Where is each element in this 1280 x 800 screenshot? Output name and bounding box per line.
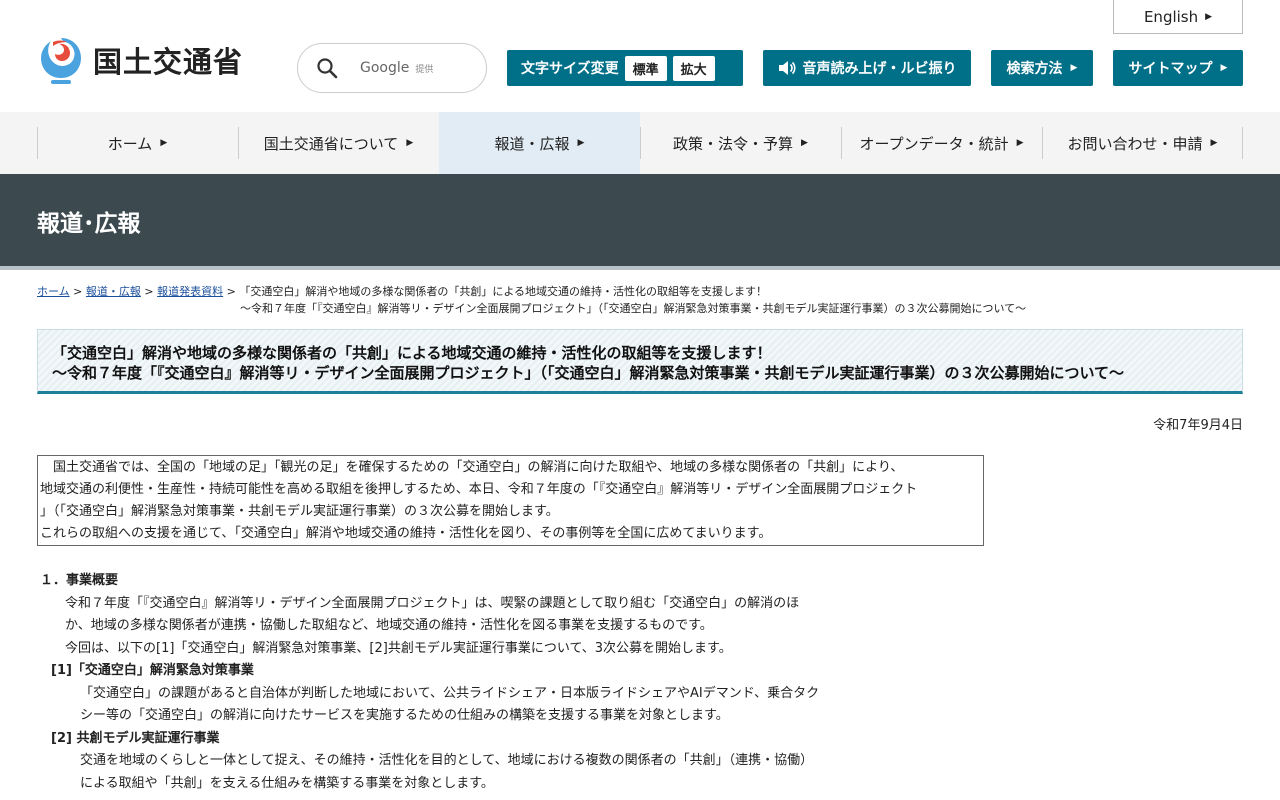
main-content: １．事業概要 令和７年度「『交通空白』解消等リ・デザイン全面展開プロジェクト」は…: [40, 570, 900, 795]
section-banner: 報道･広報: [0, 174, 1280, 270]
paragraph-line: シー等の「交通空白」の解消に向けたサービスを実施するための仕組みの構築を支援する…: [80, 708, 729, 723]
nav-item-policy[interactable]: 政策・法令・予算 ▶: [640, 112, 841, 174]
triangle-right-icon: ▶: [1220, 63, 1228, 73]
subsection-heading: [2] 共創モデル実証運行事業: [51, 730, 220, 746]
nav-label: お問い合わせ・申請: [1067, 134, 1203, 153]
site-header: 国土交通省 English ▶ Google 提供 文字サイズ変更 標準 拡大 …: [0, 0, 1280, 113]
provided-label: 提供: [415, 64, 434, 75]
paragraph-line: 「交通空白」の課題があると自治体が判断した地域において、公共ライドシェア・日本版…: [80, 685, 820, 701]
breadcrumb-separator: >: [144, 285, 154, 298]
search-method-label: 検索方法: [1006, 61, 1063, 77]
triangle-right-icon: ▶: [1016, 138, 1024, 148]
nav-label: 報道・広報: [494, 134, 570, 153]
breadcrumb-releases-link[interactable]: 報道発表資料: [157, 285, 223, 298]
breadcrumb-current-subtitle: ～令和７年度「『交通空白』解消等リ・デザイン全面展開プロジェクト」（「交通空白」…: [240, 302, 1027, 315]
nav-item-about[interactable]: 国土交通省について ▶: [238, 112, 439, 174]
summary-line: 国土交通省では、全国の「地域の足」「観光の足」を確保するための「交通空白」の解消…: [53, 460, 904, 475]
nav-item-press[interactable]: 報道・広報 ▶: [439, 112, 640, 174]
paragraph-line: による取組や「共創」を支える仕組みを構築する事業を対象とします。: [80, 775, 494, 791]
breadcrumb: ホーム > 報道・広報 > 報道発表資料 > 「交通空白」解消や地域の多様な関係…: [37, 283, 1243, 317]
page-title-line1: 「交通空白」解消や地域の多様な関係者の「共創」による地域交通の維持・活性化の取組…: [52, 344, 772, 362]
summary-line: これらの取組への支援を通じて、「交通空白」解消や地域交通の維持・活性化を図り、そ…: [40, 526, 772, 541]
font-size-control: 文字サイズ変更 標準 拡大: [507, 50, 743, 86]
nav-item-opendata[interactable]: オープンデータ・統計 ▶: [841, 112, 1042, 174]
breadcrumb-separator: >: [73, 285, 83, 298]
font-size-standard-button[interactable]: 標準: [624, 55, 667, 81]
nav-item-contact[interactable]: お問い合わせ・申請 ▶: [1042, 112, 1243, 174]
font-size-large-button[interactable]: 拡大: [672, 55, 715, 81]
triangle-right-icon: ▶: [801, 138, 808, 148]
google-label: Google: [360, 60, 410, 76]
summary-line: 地域交通の利便性・生産性・持続可能性を高める取組を後押しするため、本日、令和７年…: [40, 482, 918, 497]
font-size-label: 文字サイズ変更: [521, 61, 619, 77]
publish-date: 令和7年9月4日: [1153, 418, 1243, 433]
triangle-right-icon: ▶: [1205, 11, 1213, 22]
search-method-button[interactable]: 検索方法 ▶: [991, 50, 1093, 86]
breadcrumb-home-link[interactable]: ホーム: [37, 285, 70, 298]
speaker-icon: [778, 61, 796, 75]
subsection-heading: [1]「交通空白」解消緊急対策事業: [51, 663, 254, 678]
nav-label: オープンデータ・統計: [859, 134, 1009, 153]
page-title-line2: ～令和７年度「『交通空白』解消等リ・デザイン全面展開プロジェクト」（「交通空白」…: [52, 364, 1125, 382]
breadcrumb-current: 「交通空白」解消や地域の多様な関係者の「共創」による地域交通の維持・活性化の取組…: [239, 285, 767, 298]
voice-label: 音声読み上げ・ルビ振り: [802, 61, 957, 77]
global-nav: ホーム ▶ 国土交通省について ▶ 報道・広報 ▶ 政策・法令・予算 ▶ オープンデータ…: [0, 112, 1280, 174]
nav-label: 国土交通省について: [263, 134, 399, 153]
english-button[interactable]: English ▶: [1113, 0, 1243, 34]
triangle-right-icon: ▶: [160, 138, 168, 148]
triangle-right-icon: ▶: [406, 138, 414, 148]
triangle-right-icon: ▶: [1070, 63, 1078, 73]
paragraph-line: 交通を地域のくらしと一体として捉え、その維持・活性化を目的として、地域における複…: [80, 753, 814, 768]
nav-label: 政策・法令・予算: [673, 134, 794, 153]
voice-reading-button[interactable]: 音声読み上げ・ルビ振り: [763, 50, 971, 86]
sitemap-label: サイトマップ: [1128, 61, 1213, 77]
site-logo[interactable]: 国土交通省: [37, 34, 243, 86]
section-heading: １．事業概要: [40, 573, 119, 588]
section-title: 報道･広報: [37, 211, 141, 237]
paragraph-line: か、地域の多様な関係者が連携・協働した取組など、地域交通の維持・活性化を図る事業…: [65, 618, 713, 633]
mlit-logo-icon: [41, 38, 81, 84]
breadcrumb-press-link[interactable]: 報道・広報: [86, 285, 141, 298]
english-label: English: [1143, 7, 1199, 26]
search-input[interactable]: Google 提供: [297, 43, 487, 93]
summary-box: 国土交通省では、全国の「地域の足」「観光の足」を確保するための「交通空白」の解消…: [37, 455, 984, 546]
paragraph-line: 令和７年度「『交通空白』解消等リ・デザイン全面展開プロジェクト」は、喫緊の課題と…: [65, 595, 800, 611]
logo-text: 国土交通省: [93, 45, 244, 79]
nav-label: ホーム: [107, 134, 153, 153]
summary-line: 」（「交通空白」解消緊急対策事業・共創モデル実証運行事業）の３次公募を開始します…: [40, 504, 559, 519]
triangle-right-icon: ▶: [1210, 138, 1218, 148]
search-icon[interactable]: [316, 57, 338, 79]
paragraph-line: 今回は、以下の[1]「交通空白」解消緊急対策事業、[2]共創モデル実証運行事業に…: [65, 640, 732, 656]
nav-item-home[interactable]: ホーム ▶: [37, 112, 238, 174]
triangle-right-icon: ▶: [577, 138, 585, 148]
page-title: 「交通空白」解消や地域の多様な関係者の「共創」による地域交通の維持・活性化の取組…: [37, 329, 1243, 394]
breadcrumb-separator: >: [226, 285, 236, 298]
sitemap-button[interactable]: サイトマップ ▶: [1113, 50, 1243, 86]
